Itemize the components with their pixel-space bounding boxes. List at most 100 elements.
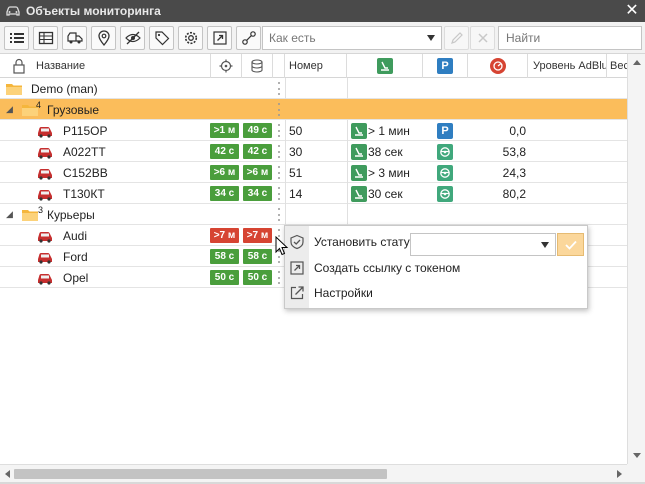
close-icon[interactable]: ✕: [623, 2, 641, 20]
parking-icon: P: [437, 120, 453, 141]
vehicle-row[interactable]: А022ТТ 42 с 42 с 30 38 сек 53,8: [0, 141, 627, 162]
menu-item-set-status[interactable]: Установить статус: [285, 229, 587, 256]
vehicle-number: 30: [289, 144, 303, 159]
hidden-objects-button[interactable]: [120, 26, 145, 50]
row-menu-dots[interactable]: [277, 187, 280, 200]
group-row-demo[interactable]: Demo (man): [0, 78, 627, 99]
menu-label-set-status: Установить статус: [314, 234, 416, 249]
expand-triangle-icon[interactable]: ◢: [6, 204, 13, 225]
row-menu-dots[interactable]: [277, 124, 280, 137]
status-dropdown[interactable]: [410, 233, 556, 256]
scroll-left-icon[interactable]: [5, 470, 10, 478]
col-location-header[interactable]: [211, 54, 242, 78]
motion-icon: [376, 58, 393, 74]
connection-badge: 50 с: [210, 270, 239, 285]
status-filter-select[interactable]: Как есть: [262, 26, 442, 50]
col-adblue-header[interactable]: Уровень AdBlue: [528, 54, 607, 78]
settings-button[interactable]: [178, 26, 203, 50]
fuel-value: 0,0: [509, 123, 526, 138]
motion-icon: [351, 141, 367, 162]
connection-badge: >6 м: [210, 165, 239, 180]
vehicle-row[interactable]: С152ВВ >6 м >6 м 51 > 3 мин 24,3: [0, 162, 627, 183]
tag-icon: [154, 31, 169, 46]
parking-icon: P: [437, 58, 453, 74]
data-age-badge: >7 м: [243, 228, 272, 243]
vehicle-row[interactable]: Р115ОР >1 м 49 с 50 > 1 мин P 0,0: [0, 120, 627, 141]
scroll-right-icon[interactable]: [617, 470, 622, 478]
fuel-value: 24,3: [502, 165, 526, 180]
clear-button[interactable]: [470, 26, 495, 50]
col-menu-header: [273, 54, 285, 78]
group-count: 4: [36, 99, 42, 110]
pencil-icon: [450, 32, 463, 44]
col-parking-header[interactable]: P: [423, 54, 468, 78]
col-name-header[interactable]: Название: [0, 54, 211, 78]
fuel-value: 80,2: [502, 186, 526, 201]
vehicles-icon: [66, 32, 83, 44]
edit-button[interactable]: [444, 26, 469, 50]
group-label: Грузовые: [47, 102, 100, 117]
search-input[interactable]: [498, 26, 642, 50]
vehicle-name: Р115ОР: [63, 123, 108, 138]
folder-icon: [5, 78, 23, 99]
row-context-menu: Установить статус Создать ссылку с токен…: [284, 225, 588, 309]
truck-icon: [36, 141, 54, 162]
list-view-button[interactable]: [4, 26, 29, 50]
data-age-badge: 58 с: [243, 249, 272, 264]
shield-check-icon: [289, 234, 305, 250]
expand-triangle-icon[interactable]: ◢: [6, 99, 13, 120]
vehicle-row[interactable]: Т130КТ 34 с 34 с 14 30 сек 80,2: [0, 183, 627, 204]
menu-item-token-link[interactable]: Создать ссылку с токеном: [285, 255, 587, 280]
confirm-status-button[interactable]: [557, 233, 584, 256]
motion-time: > 3 мин: [368, 165, 410, 180]
share-link-button[interactable]: [207, 26, 232, 50]
connect-button[interactable]: [236, 26, 261, 50]
col-number-label: Номер: [289, 60, 323, 72]
motion-time: 30 сек: [368, 186, 403, 201]
vertical-scrollbar[interactable]: [627, 54, 645, 464]
col-weight-header[interactable]: Вес: [607, 54, 627, 78]
motion-time: > 1 мин: [368, 123, 410, 138]
connection-badge: 42 с: [210, 144, 239, 159]
group-row-trucks[interactable]: ◢ 4 Грузовые: [0, 99, 627, 120]
row-menu-dots[interactable]: [277, 103, 280, 116]
data-age-badge: 49 с: [243, 123, 272, 138]
menu-item-settings[interactable]: Настройки: [285, 280, 587, 305]
col-data-header[interactable]: [242, 54, 273, 78]
lock-icon: [13, 58, 25, 74]
col-number-header[interactable]: Номер: [285, 54, 347, 78]
row-menu-dots[interactable]: [277, 82, 280, 95]
geofence-button[interactable]: [91, 26, 116, 50]
scroll-down-icon[interactable]: [633, 453, 641, 458]
car-icon: [36, 225, 54, 246]
window-titlebar: Объекты мониторинга ✕: [0, 0, 645, 22]
col-motion-header[interactable]: [347, 54, 423, 78]
tags-button[interactable]: [149, 26, 174, 50]
list-icon: [9, 33, 24, 43]
geofence-icon: [97, 30, 110, 46]
horizontal-scrollbar[interactable]: [0, 464, 627, 482]
vehicles-filter-button[interactable]: [62, 26, 87, 50]
vehicle-name: С152ВВ: [63, 165, 108, 180]
row-menu-dots[interactable]: [277, 166, 280, 179]
horizontal-scroll-thumb[interactable]: [14, 469, 387, 479]
motion-icon: [351, 183, 367, 204]
table-view-button[interactable]: [33, 26, 58, 50]
scroll-up-icon[interactable]: [633, 60, 641, 65]
connection-badge: >1 м: [210, 123, 239, 138]
row-menu-dots[interactable]: [277, 145, 280, 158]
share-link-icon: [212, 31, 227, 45]
group-row-couriers[interactable]: ◢ 3 Курьеры: [0, 204, 627, 225]
gear-icon: [184, 31, 197, 45]
ignition-icon: [437, 162, 453, 183]
vehicle-name: Audi: [63, 228, 88, 243]
col-fuel-header[interactable]: [468, 54, 528, 78]
menu-label-token-link: Создать ссылку с токеном: [314, 260, 461, 275]
row-menu-dots[interactable]: [277, 208, 280, 221]
scroll-corner: [627, 464, 645, 482]
hidden-eye-icon: [124, 31, 141, 45]
status-filter-value: Как есть: [269, 31, 316, 45]
data-age-badge: 50 с: [243, 270, 272, 285]
col-weight-label: Вес: [610, 60, 627, 72]
row-menu-dots[interactable]: [277, 271, 280, 284]
